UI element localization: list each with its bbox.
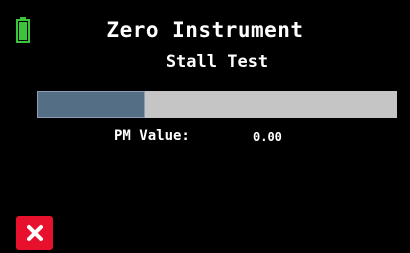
pm-value-label: PM Value: bbox=[114, 128, 190, 144]
page-title: Zero Instrument bbox=[106, 18, 304, 42]
progress-bar bbox=[37, 91, 397, 118]
progress-fill bbox=[37, 91, 145, 118]
instrument-screen: Zero Instrument Stall Test PM Value: 0.0… bbox=[0, 0, 410, 253]
close-button[interactable] bbox=[16, 216, 53, 250]
close-icon bbox=[26, 225, 43, 241]
page-subtitle: Stall Test bbox=[165, 52, 269, 72]
pm-value: 0.00 bbox=[253, 130, 282, 144]
